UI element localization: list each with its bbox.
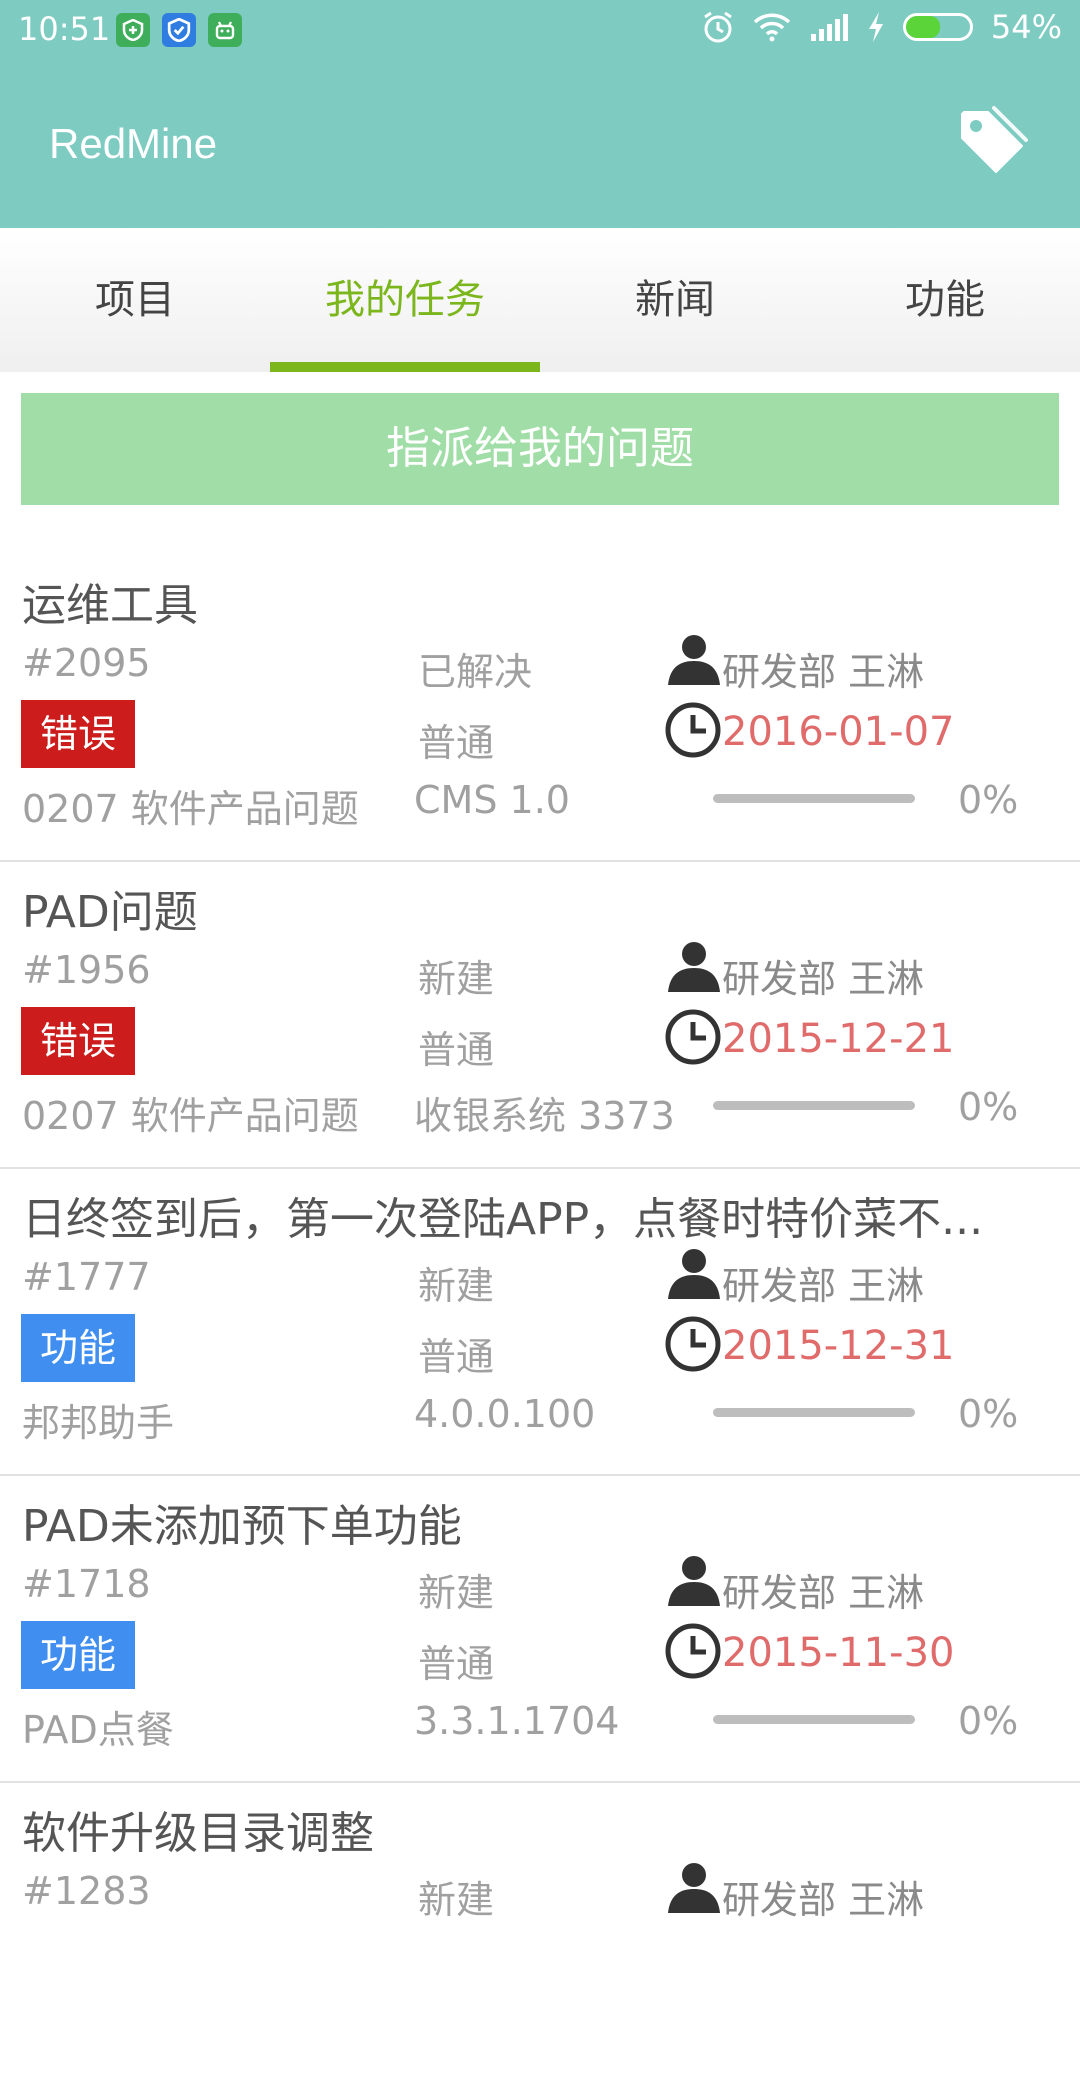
issue-version: CMS 1.0 [414,778,570,822]
issue-project: 0207 软件产品问题 [22,787,359,831]
issue-due-date: 2015-12-31 [722,1323,955,1369]
clock-icon [665,1009,721,1065]
progress-percent: 0% [958,1699,1019,1743]
tag-icon [961,106,1028,173]
progress-bar [713,1101,915,1110]
issue-priority: 普通 [418,1642,495,1686]
issue-item[interactable]: 运维工具 #2095 已解决 研发部 王淋 错误 普通 2016-01-07 0… [0,555,1080,862]
issue-priority: 普通 [418,1335,495,1379]
issue-status: 已解决 [418,650,533,694]
alarm-icon [704,11,732,43]
issue-id: #1777 [22,1255,151,1299]
issue-version: 4.0.0.100 [414,1392,596,1436]
progress-bar [713,794,915,803]
issue-priority: 普通 [418,1028,495,1072]
notification-icons [116,13,242,47]
android-icon [208,13,242,47]
tag-button[interactable] [954,104,1030,180]
issue-assignee: 研发部 王淋 [722,650,925,694]
clock-icon [665,1316,721,1372]
issue-status: 新建 [418,1878,495,1922]
issue-due-date: 2015-12-21 [722,1016,955,1062]
issue-item[interactable]: 日终签到后，第一次登陆APP，点餐时特价菜不... #1777 新建 研发部 王… [0,1169,1080,1476]
tab-my-tasks[interactable]: 我的任务 [270,228,540,372]
issue-version: 3.3.1.1704 [414,1699,620,1743]
issue-status: 新建 [418,1571,495,1615]
clock-icon [665,1623,721,1679]
person-icon [668,1863,720,1913]
status-bar: 10:51 54% [0,0,1080,62]
issue-title: PAD未添加预下单功能 [22,1501,462,1552]
person-icon [668,942,720,992]
tab-bar: 项目 我的任务 新闻 功能 [0,228,1080,372]
tab-features[interactable]: 功能 [810,228,1080,372]
app-bar: RedMine [0,62,1080,228]
person-icon [668,1249,720,1299]
issue-project: 邦邦助手 [22,1401,175,1445]
app-title: RedMine [49,120,218,167]
issue-assignee: 研发部 王淋 [722,1571,925,1615]
progress-percent: 0% [958,778,1019,822]
issue-project: 0207 软件产品问题 [22,1094,359,1138]
system-icons: 54% [701,8,1062,46]
issue-id: #1718 [22,1562,151,1606]
issue-assignee: 研发部 王淋 [722,1878,925,1922]
issue-due-date: 2015-11-30 [722,1630,955,1676]
tab-projects[interactable]: 项目 [0,228,270,372]
issue-id: #1283 [22,1869,151,1913]
signal-icon [810,14,848,41]
tracker-badge: 功能 [21,1314,135,1382]
issue-item[interactable]: PAD问题 #1956 新建 研发部 王淋 错误 普通 2015-12-21 0… [0,862,1080,1169]
person-icon [668,1556,720,1606]
tracker-badge: 错误 [21,700,135,768]
progress-bar [713,1715,915,1724]
issue-title: 软件升级目录调整 [22,1808,374,1859]
shield-check-icon [162,13,196,47]
issue-priority: 普通 [418,721,495,765]
issue-title: 日终签到后，第一次登陆APP，点餐时特价菜不... [22,1194,984,1245]
issue-list: 运维工具 #2095 已解决 研发部 王淋 错误 普通 2016-01-07 0… [0,555,1080,2090]
tab-news[interactable]: 新闻 [540,228,810,372]
battery-percent: 54% [990,8,1062,46]
assigned-issues-header[interactable]: 指派给我的问题 [21,393,1059,505]
issue-version: 收银系统 3373 [414,1094,675,1138]
issue-title: PAD问题 [22,887,198,938]
progress-bar [713,1408,915,1417]
issue-item[interactable]: PAD未添加预下单功能 #1718 新建 研发部 王淋 功能 普通 2015-1… [0,1476,1080,1783]
issue-assignee: 研发部 王淋 [722,1264,925,1308]
issue-item[interactable]: 软件升级目录调整 #1283 新建 研发部 王淋 [0,1783,1080,2090]
charging-icon [868,12,883,42]
progress-percent: 0% [958,1392,1019,1436]
issue-project: PAD点餐 [22,1708,174,1752]
issue-due-date: 2016-01-07 [722,709,955,755]
issue-status: 新建 [418,1264,495,1308]
clock-icon [665,702,721,758]
wifi-icon [753,13,791,42]
progress-percent: 0% [958,1085,1019,1129]
person-icon [668,635,720,685]
issue-id: #2095 [22,641,151,685]
issue-assignee: 研发部 王淋 [722,957,925,1001]
issue-title: 运维工具 [22,580,198,631]
shield-plus-icon [116,13,150,47]
tracker-badge: 错误 [21,1007,135,1075]
issue-id: #1956 [22,948,151,992]
status-time: 10:51 [18,10,111,48]
tracker-badge: 功能 [21,1621,135,1689]
issue-status: 新建 [418,957,495,1001]
battery-icon [902,13,973,41]
